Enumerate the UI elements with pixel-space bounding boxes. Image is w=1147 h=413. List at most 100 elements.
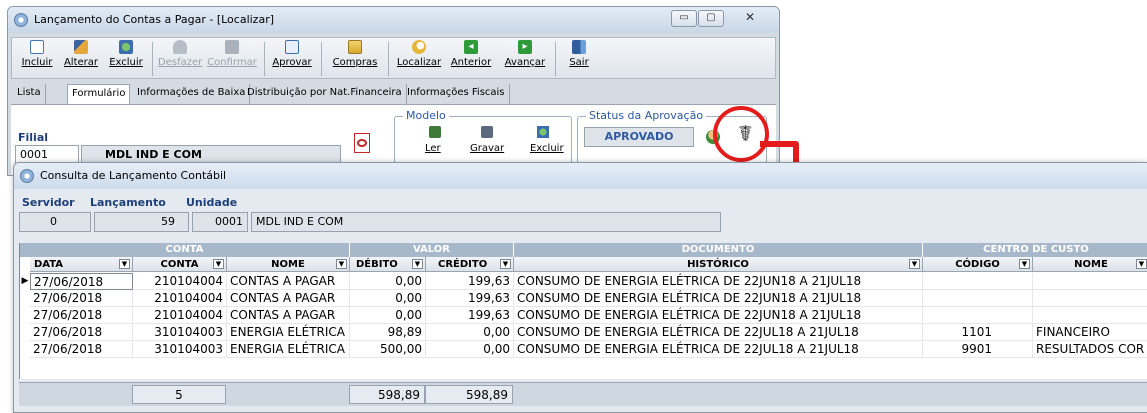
cell-data[interactable]: 27/06/2018 (30, 273, 133, 290)
cell-data[interactable]: 27/06/2018 (30, 324, 133, 341)
gravar-button[interactable]: Gravar (470, 143, 504, 154)
col-codigo[interactable]: CÓDIGO ▼ (923, 257, 1033, 272)
cell-credito[interactable]: 199,63 (426, 273, 514, 290)
group-valor: VALOR (350, 243, 514, 257)
consulta-window: Consulta de Lançamento Contábil Servidor… (13, 162, 1147, 413)
tab-formulario[interactable]: Formulário (67, 84, 131, 105)
confirmar-button[interactable]: Confirmar (207, 40, 257, 78)
cell-nome[interactable]: ENERGIA ELÉTRICA (227, 324, 350, 341)
col-nome-centro[interactable]: NOME ▼ (1033, 257, 1147, 272)
cell-debito[interactable]: 500,00 (350, 341, 426, 358)
modelo-legend: Modelo (403, 109, 449, 122)
sair-button[interactable]: Sair (564, 40, 594, 78)
filter-dropdown-icon[interactable]: ▼ (336, 259, 347, 269)
col-debito[interactable]: DÉBITO ▼ (350, 257, 426, 272)
cell-nome-centro[interactable] (1033, 307, 1147, 324)
cell-credito[interactable]: 0,00 (426, 341, 514, 358)
toolbar-separator (264, 42, 265, 76)
cell-historico[interactable]: CONSUMO DE ENERGIA ELÉTRICA DE 22JUL18 A… (514, 341, 923, 358)
cell-credito[interactable]: 0,00 (426, 324, 514, 341)
filter-dropdown-icon[interactable]: ▼ (213, 259, 224, 269)
filter-dropdown-icon[interactable]: ▼ (500, 259, 511, 269)
cell-conta[interactable]: 310104003 (133, 324, 227, 341)
cell-nome-centro[interactable]: RESULTADOS COR (1033, 341, 1147, 358)
cell-nome-centro[interactable]: FINANCEIRO (1033, 324, 1147, 341)
title-bar: Lançamento do Contas a Pagar - [Localiza… (8, 7, 779, 33)
title-bar: Consulta de Lançamento Contábil (14, 163, 1147, 189)
table-row[interactable]: 27/06/2018 210104004 CONTAS A PAGAR 0,00 199… (20, 290, 1147, 307)
cell-codigo[interactable]: 9901 (923, 341, 1033, 358)
filter-dropdown-icon[interactable]: ▼ (1136, 259, 1147, 269)
table-row[interactable]: 27/06/2018 310104003 ENERGIA ELÉTRICA 98,89… (20, 324, 1147, 341)
cell-data[interactable]: 27/06/2018 (30, 307, 133, 324)
cell-nome[interactable]: CONTAS A PAGAR (227, 290, 350, 307)
cell-debito[interactable]: 0,00 (350, 273, 426, 290)
group-conta: CONTA (20, 243, 350, 257)
tab-distribuicao[interactable]: Distribuição por Nat.Financeira (243, 84, 407, 104)
filter-dropdown-icon[interactable]: ▼ (909, 259, 920, 269)
col-conta[interactable]: CONTA ▼ (133, 257, 227, 272)
minimize-button[interactable]: ▭ (671, 10, 697, 27)
aprovar-button[interactable]: Aprovar (270, 40, 314, 78)
previous-icon: ◂ (464, 40, 478, 54)
cell-codigo[interactable] (923, 290, 1033, 307)
excluir-modelo-button[interactable]: Excluir (530, 143, 564, 154)
cell-conta[interactable]: 210104004 (133, 290, 227, 307)
filter-dropdown-icon[interactable]: ▼ (1019, 259, 1030, 269)
localizar-button[interactable]: Localizar (394, 40, 444, 78)
tab-informacoes-baixa[interactable]: Informações de Baixa (133, 84, 251, 104)
cell-data[interactable]: 27/06/2018 (30, 341, 133, 358)
col-data[interactable]: DATA ▼ (30, 257, 133, 272)
alterar-button[interactable]: Alterar (62, 40, 100, 78)
excluir-button[interactable]: Excluir (107, 40, 145, 78)
cell-nome[interactable]: CONTAS A PAGAR (227, 307, 350, 324)
cell-nome-centro[interactable] (1033, 290, 1147, 307)
filter-dropdown-icon[interactable]: ▼ (412, 259, 423, 269)
cell-conta[interactable]: 210104004 (133, 307, 227, 324)
cell-credito[interactable]: 199,63 (426, 290, 514, 307)
undo-icon (173, 40, 187, 54)
cell-codigo[interactable]: 1101 (923, 324, 1033, 341)
cell-nome[interactable]: CONTAS A PAGAR (227, 273, 350, 290)
col-credito[interactable]: CRÉDITO ▼ (426, 257, 514, 272)
tab-lista[interactable]: Lista (13, 84, 46, 104)
cell-debito[interactable]: 0,00 (350, 307, 426, 324)
compras-button[interactable]: Compras (330, 40, 380, 78)
tab-informacoes-fiscais[interactable]: Informações Fiscais (403, 84, 510, 104)
purchases-icon (348, 40, 362, 54)
anterior-button[interactable]: ◂ Anterior (448, 40, 494, 78)
desfazer-button[interactable]: Desfazer (158, 40, 202, 78)
table-row[interactable]: 27/06/2018 310104003 ENERGIA ELÉTRICA 500,0… (20, 341, 1147, 358)
col-historico[interactable]: HISTÓRICO ▼ (514, 257, 923, 272)
cell-codigo[interactable] (923, 307, 1033, 324)
exit-door-icon (572, 40, 586, 54)
avancar-button[interactable]: ▸ Avançar (502, 40, 548, 78)
incluir-button[interactable]: Incluir (20, 40, 54, 78)
table-row[interactable]: 27/06/2018 210104004 CONTAS A PAGAR 0,00 199… (20, 307, 1147, 324)
cell-debito[interactable]: 98,89 (350, 324, 426, 341)
cell-nome-centro[interactable] (1033, 273, 1147, 290)
cell-nome[interactable]: ENERGIA ELÉTRICA (227, 341, 350, 358)
ler-button[interactable]: Ler (425, 143, 441, 154)
excluir-modelo-icon (537, 126, 549, 138)
cell-historico[interactable]: CONSUMO DE ENERGIA ELÉTRICA DE 22JUN18 A… (514, 290, 923, 307)
cell-codigo[interactable] (923, 273, 1033, 290)
table-row[interactable]: ▶ 27/06/2018 210104004 CONTAS A PAGAR 0,00 19… (20, 273, 1147, 290)
close-button[interactable]: ✕ (730, 10, 770, 27)
toolbar: Incluir Alterar Excluir Desfazer Confirm… (11, 37, 776, 79)
cell-conta[interactable]: 210104004 (133, 273, 227, 290)
cell-historico[interactable]: CONSUMO DE ENERGIA ELÉTRICA DE 22JUN18 A… (514, 273, 923, 290)
cell-conta[interactable]: 310104003 (133, 341, 227, 358)
servidor-field: 0 (19, 212, 91, 232)
cell-data[interactable]: 27/06/2018 (30, 290, 133, 307)
toolbar-separator (555, 42, 556, 76)
app-icon (14, 13, 28, 27)
cell-historico[interactable]: CONSUMO DE ENERGIA ELÉTRICA DE 22JUN18 A… (514, 307, 923, 324)
cell-credito[interactable]: 199,63 (426, 307, 514, 324)
col-nome[interactable]: NOME ▼ (227, 257, 350, 272)
maximize-button[interactable]: ▢ (698, 10, 724, 27)
filter-dropdown-icon[interactable]: ▼ (119, 259, 130, 269)
cell-debito[interactable]: 0,00 (350, 290, 426, 307)
pdf-icon[interactable] (354, 133, 370, 153)
cell-historico[interactable]: CONSUMO DE ENERGIA ELÉTRICA DE 22JUL18 A… (514, 324, 923, 341)
